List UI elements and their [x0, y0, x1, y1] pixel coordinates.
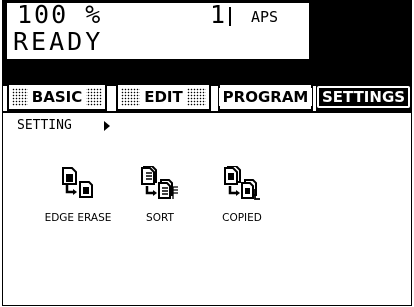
- machine-state: READY: [13, 27, 104, 56]
- tab-program-label: PROGRAM: [218, 88, 313, 106]
- zoom-readout: 100 %: [17, 0, 103, 29]
- tab-basic-label: BASIC: [27, 88, 87, 106]
- copier-panel: 100 % 1 APS READY BASIC EDIT PROGRAM SET…: [2, 0, 412, 306]
- copied-button[interactable]: COPIED: [197, 166, 287, 236]
- sort-label: SORT: [146, 212, 174, 224]
- tab-edit-label: EDIT: [140, 88, 187, 106]
- breadcrumb-arrow-icon: [104, 121, 110, 131]
- edge-erase-label: EDGE ERASE: [44, 212, 112, 224]
- tab-settings-label: SETTINGS: [316, 86, 411, 108]
- sort-button[interactable]: SORT: [115, 166, 205, 236]
- copied-icon: [224, 166, 260, 200]
- tab-edit[interactable]: EDIT: [116, 83, 211, 111]
- tab-program[interactable]: PROGRAM: [218, 83, 313, 111]
- copied-label: COPIED: [222, 212, 262, 224]
- copy-info-box: 100 % 1 APS: [7, 0, 309, 29]
- tab-basic[interactable]: BASIC: [7, 83, 107, 111]
- edge-erase-icon: [62, 167, 93, 198]
- quantity-readout: 1: [210, 0, 226, 29]
- status-bar: 100 % 1 APS READY: [3, 0, 411, 86]
- sort-icon: [141, 166, 178, 199]
- paper-mode: APS: [251, 8, 279, 26]
- state-box: READY: [7, 27, 309, 59]
- breadcrumb: SETTING: [17, 118, 72, 133]
- quantity-divider: [229, 7, 231, 26]
- edge-erase-button[interactable]: EDGE ERASE: [33, 166, 123, 236]
- tab-divider: [3, 111, 411, 113]
- tab-settings[interactable]: SETTINGS: [316, 83, 411, 111]
